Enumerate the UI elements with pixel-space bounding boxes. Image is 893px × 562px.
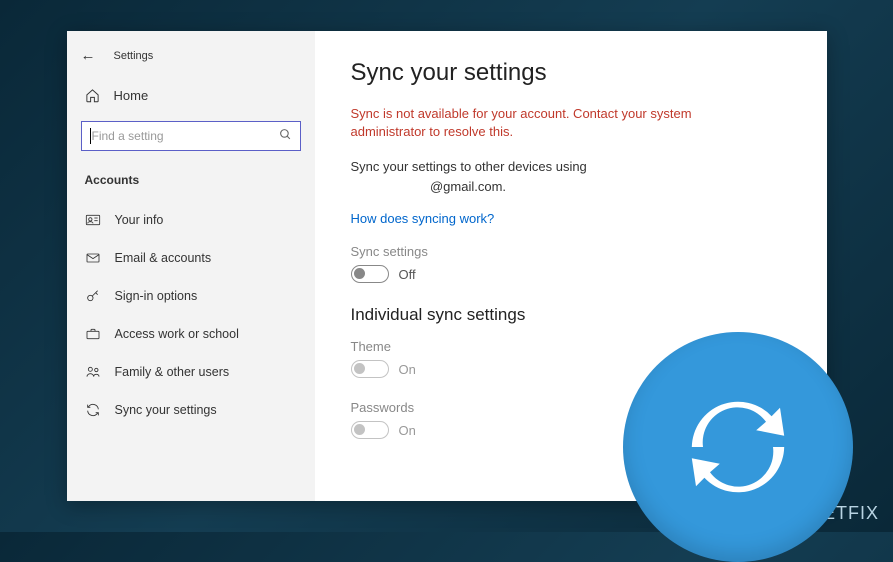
home-label: Home [114,88,149,103]
sidebar-item-email[interactable]: Email & accounts [67,239,315,277]
sync-desc-line2: @gmail.com. [430,179,506,194]
briefcase-icon [85,326,101,342]
sidebar-item-work[interactable]: Access work or school [67,315,315,353]
page-title: Sync your settings [351,59,791,87]
envelope-icon [85,250,101,266]
home-nav[interactable]: Home [67,78,315,113]
sync-description: Sync your settings to other devices usin… [351,157,791,196]
sidebar-item-your-info[interactable]: Your info [67,201,315,239]
back-button[interactable]: ← [81,47,96,64]
section-header: Accounts [67,165,315,201]
people-icon [85,364,101,380]
sync-settings-state: Off [399,267,416,282]
sidebar-item-signin[interactable]: Sign-in options [67,277,315,315]
passwords-state: On [399,423,416,438]
window-title: Settings [114,50,154,62]
sidebar-item-label: Access work or school [115,327,239,341]
sync-desc-line1: Sync your settings to other devices usin… [351,159,587,174]
theme-state: On [399,362,416,377]
individual-sync-header: Individual sync settings [351,305,791,325]
search-icon [279,128,292,144]
passwords-toggle [351,421,389,439]
person-card-icon [85,212,101,228]
text-cursor [90,128,91,144]
sidebar-item-family[interactable]: Family & other users [67,353,315,391]
sync-overlay-badge [623,332,853,562]
sync-settings-label: Sync settings [351,244,791,259]
sync-settings-toggle-row: Off [351,265,791,283]
nav-list: Your info Email & accounts Sign-in optio… [67,201,315,429]
sidebar-item-label: Your info [115,213,164,227]
sidebar-item-label: Family & other users [115,365,230,379]
header-row: ← Settings [67,43,315,78]
sync-settings-toggle[interactable] [351,265,389,283]
sidebar-item-label: Sign-in options [115,289,198,303]
sidebar-item-sync[interactable]: Sync your settings [67,391,315,429]
how-syncing-works-link[interactable]: How does syncing work? [351,211,495,226]
theme-toggle [351,360,389,378]
sidebar-item-label: Email & accounts [115,251,212,265]
error-message: Sync is not available for your account. … [351,105,711,141]
home-icon [85,88,100,103]
sync-icon [85,402,101,418]
key-icon [85,288,101,304]
search-box[interactable] [81,121,301,151]
sidebar: ← Settings Home Accounts Your info [67,31,315,501]
search-input[interactable] [92,129,279,143]
sidebar-item-label: Sync your settings [115,403,217,417]
sync-large-icon [668,377,808,517]
